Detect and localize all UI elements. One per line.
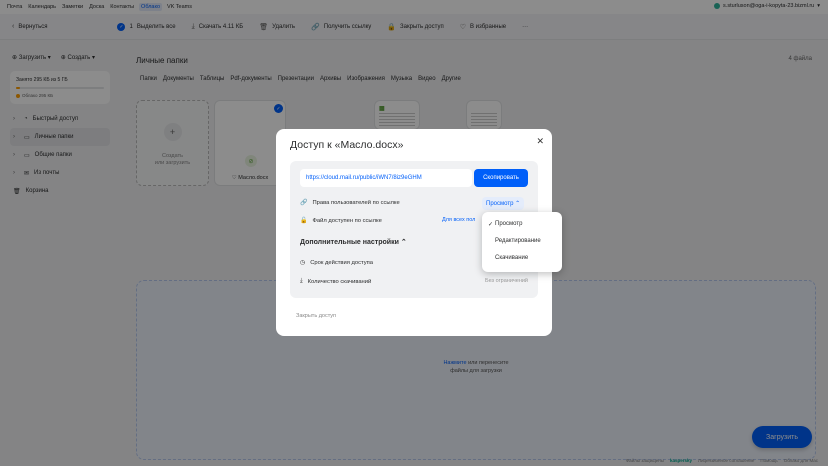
downloads-row[interactable]: ⤓ Количество скачиваний	[300, 278, 371, 285]
extra-settings-toggle[interactable]: Дополнительные настройки ⌃	[300, 238, 407, 246]
dialog-title: Доступ к «Масло.docx»	[290, 139, 404, 151]
permissions-row: 🔗 Права пользователей по ссылке	[300, 199, 400, 207]
check-icon: ✓	[488, 222, 494, 228]
extra-settings-label: Дополнительные настройки	[300, 239, 399, 246]
link-icon: 🔗	[300, 200, 308, 206]
download-icon: ⤓	[300, 278, 303, 284]
close-icon[interactable]: ✕	[536, 136, 544, 147]
dropdown-option-download[interactable]: Скачивание	[488, 255, 528, 261]
share-link-field[interactable]: https://cloud.mail.ru/public/iWN7/8iz9eG…	[300, 169, 472, 187]
permissions-value: Просмотр	[486, 201, 514, 207]
downloads-value[interactable]: Без ограничений	[485, 278, 528, 284]
chevron-up-icon: ⌃	[400, 239, 407, 246]
availability-select[interactable]: Для всех пол	[442, 217, 475, 223]
permissions-dropdown: ✓ Просмотр Редактирование Скачивание	[482, 212, 562, 272]
expiry-row[interactable]: ◷ Срок действия доступа	[300, 259, 373, 267]
dropdown-option-view[interactable]: ✓ Просмотр	[488, 221, 522, 228]
dropdown-option-edit[interactable]: Редактирование	[488, 238, 541, 244]
clock-icon: ◷	[300, 260, 306, 266]
dropdown-option-label: Скачивание	[495, 255, 529, 261]
close-access-link[interactable]: Закрыть доступ	[296, 313, 336, 319]
chevron-up-icon: ⌃	[515, 201, 521, 207]
dropdown-option-label: Редактирование	[495, 238, 541, 244]
dropdown-option-label: Просмотр	[495, 221, 523, 227]
downloads-label: Количество скачиваний	[307, 278, 372, 285]
availability-label: Файл доступен по ссылке	[312, 217, 382, 224]
permissions-select[interactable]: Просмотр ⌃	[482, 197, 525, 210]
permissions-label: Права пользователей по ссылке	[312, 199, 400, 206]
availability-row: 🔓 Файл доступен по ссылке	[300, 217, 382, 225]
copy-button[interactable]: Скопировать	[474, 169, 528, 187]
lock-icon: 🔓	[300, 218, 308, 224]
expiry-label: Срок действия доступа	[310, 259, 373, 266]
